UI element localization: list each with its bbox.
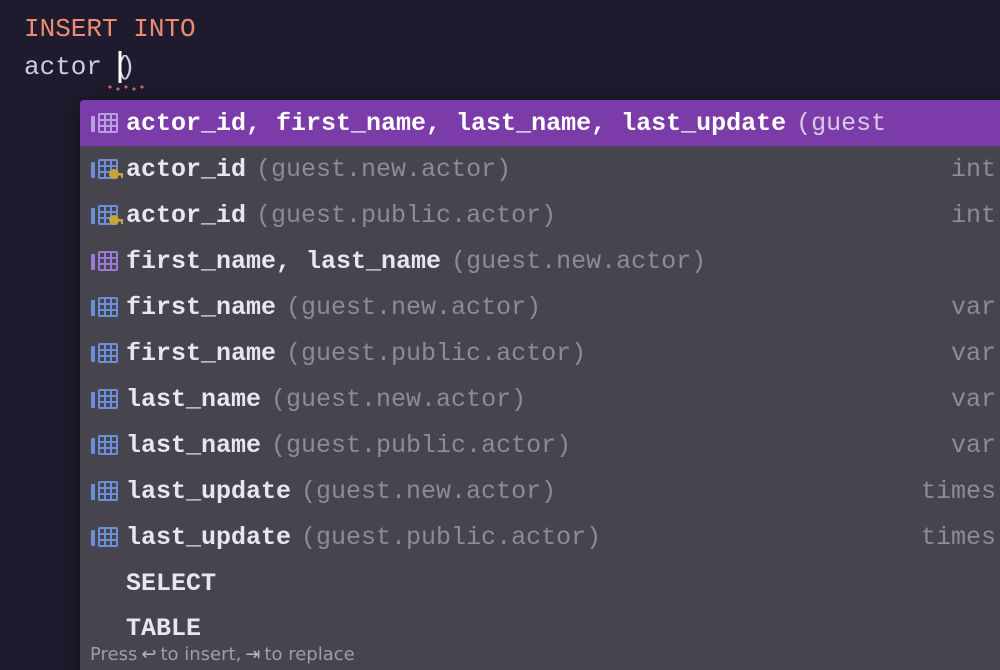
autocomplete-item-label: actor_id (126, 155, 246, 184)
autocomplete-item-label: first_name, last_name (126, 247, 441, 276)
autocomplete-item-label: last_name (126, 431, 261, 460)
cursor-in-parens[interactable]: ( ) (106, 49, 134, 85)
autocomplete-popup[interactable]: actor_id, first_name, last_name, last_up… (80, 100, 1000, 670)
hint-text: Press (90, 644, 137, 665)
column-key-icon (86, 156, 126, 182)
autocomplete-item-label: actor_id (126, 201, 246, 230)
autocomplete-item[interactable]: last_name (guest.public.actor) var (80, 422, 1000, 468)
autocomplete-item[interactable]: actor_id (guest.public.actor) int (80, 192, 1000, 238)
autocomplete-item[interactable]: TABLE (80, 606, 1000, 638)
autocomplete-item-schema: (guest.new.actor) (451, 247, 706, 276)
column-icon (86, 478, 126, 504)
column-key-icon (86, 202, 126, 228)
autocomplete-item-schema: (guest.public.actor) (286, 339, 586, 368)
autocomplete-item-label: SELECT (126, 569, 216, 598)
autocomplete-item-schema: (guest.public.actor) (301, 523, 601, 552)
autocomplete-item-schema: (guest.new.actor) (256, 155, 511, 184)
column-icon (86, 294, 126, 320)
autocomplete-item-schema: (guest.public.actor) (256, 201, 556, 230)
autocomplete-item-label: last_update (126, 477, 291, 506)
autocomplete-item-label: last_name (126, 385, 261, 414)
autocomplete-item-type: var (951, 293, 996, 322)
text-caret (119, 51, 122, 83)
autocomplete-item-schema: (guest (796, 109, 886, 138)
error-squiggle (106, 85, 146, 91)
columns-multi-icon (86, 248, 126, 274)
columns-multi-icon (86, 110, 126, 136)
autocomplete-item-type: int (951, 201, 996, 230)
hint-text: to insert, (160, 644, 241, 665)
autocomplete-item-type: times (921, 523, 996, 552)
autocomplete-item-schema: (guest.public.actor) (271, 431, 571, 460)
autocomplete-hint: Press ↩ to insert, ⇥ to replace (80, 638, 1000, 670)
sql-editor[interactable]: INSERT INTO actor ( ) actor_id, first_na… (0, 0, 1000, 86)
autocomplete-item-type: var (951, 385, 996, 414)
autocomplete-item-label: first_name (126, 293, 276, 322)
enter-key-icon: ↩ (141, 644, 156, 665)
tab-key-icon: ⇥ (245, 644, 260, 665)
hint-text: to replace (264, 644, 354, 665)
autocomplete-item-type: var (951, 339, 996, 368)
autocomplete-item-label: first_name (126, 339, 276, 368)
autocomplete-item[interactable]: actor_id (guest.new.actor) int (80, 146, 1000, 192)
autocomplete-item-type: var (951, 431, 996, 460)
autocomplete-item-schema: (guest.new.actor) (301, 477, 556, 506)
autocomplete-item-label: last_update (126, 523, 291, 552)
autocomplete-item[interactable]: last_update (guest.public.actor) times (80, 514, 1000, 560)
autocomplete-item-label: TABLE (126, 614, 201, 639)
autocomplete-item-type: times (921, 477, 996, 506)
autocomplete-item[interactable]: SELECT (80, 560, 1000, 606)
autocomplete-item-schema: (guest.new.actor) (286, 293, 541, 322)
column-icon (86, 340, 126, 366)
autocomplete-item[interactable]: first_name (guest.new.actor) var (80, 284, 1000, 330)
autocomplete-item[interactable]: first_name (guest.public.actor) var (80, 330, 1000, 376)
sql-identifier-table: actor (24, 52, 102, 82)
autocomplete-item-type: int (951, 155, 996, 184)
autocomplete-item[interactable]: last_update (guest.new.actor) times (80, 468, 1000, 514)
autocomplete-item-label: actor_id, first_name, last_name, last_up… (126, 109, 786, 138)
column-icon (86, 432, 126, 458)
autocomplete-item[interactable]: actor_id, first_name, last_name, last_up… (80, 100, 1000, 146)
column-icon (86, 524, 126, 550)
autocomplete-item[interactable]: first_name, last_name (guest.new.actor) (80, 238, 1000, 284)
autocomplete-item-schema: (guest.new.actor) (271, 385, 526, 414)
sql-keyword-insert-into: INSERT INTO (24, 14, 196, 44)
autocomplete-item[interactable]: last_name (guest.new.actor) var (80, 376, 1000, 422)
column-icon (86, 386, 126, 412)
